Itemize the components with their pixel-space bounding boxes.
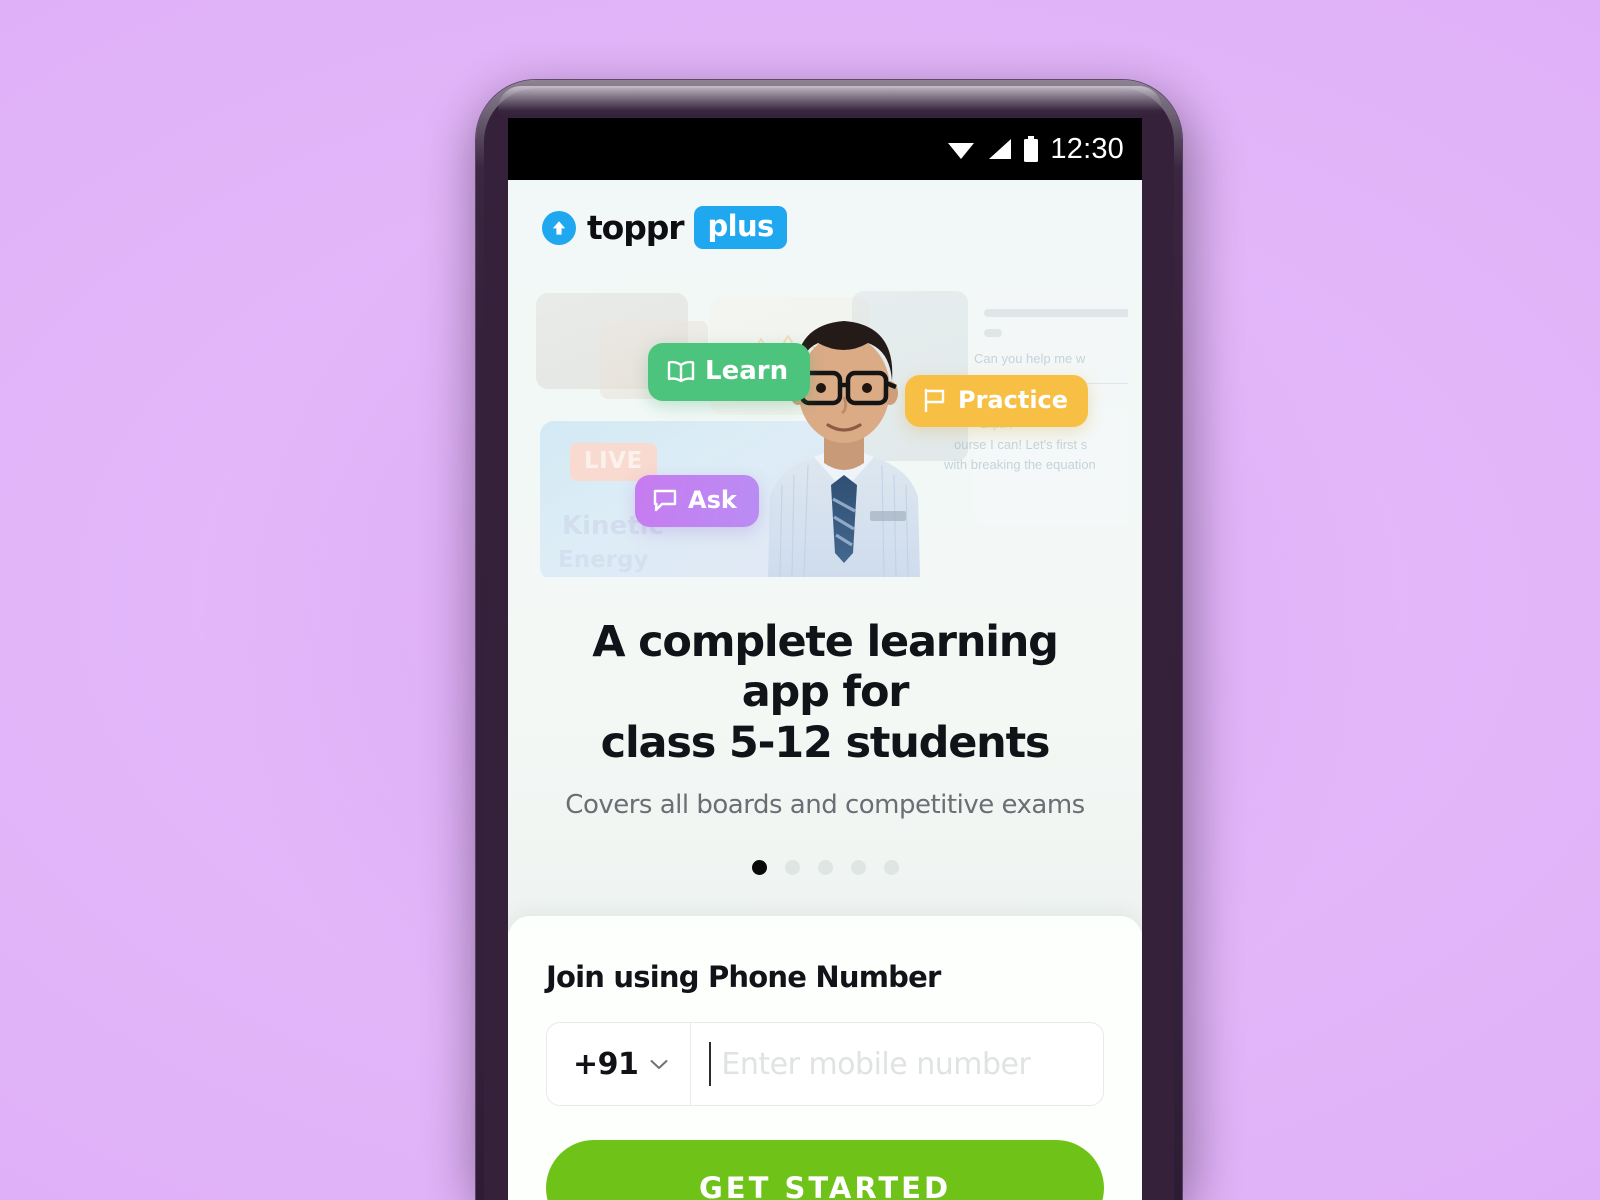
- carousel-dot-3[interactable]: [817, 859, 833, 875]
- mobile-number-input-wrap[interactable]: Enter mobile number: [691, 1023, 1103, 1105]
- signup-title: Join using Phone Number: [546, 960, 941, 994]
- battery-icon: [1024, 136, 1039, 162]
- speech-bubble-icon: [653, 489, 677, 512]
- hero-canvas: Can you help me w Expert ourse I can! Le…: [522, 285, 1128, 577]
- toppr-up-arrow-icon: [542, 210, 576, 245]
- collage-chat-question: Can you help me w: [974, 351, 1086, 366]
- hero-badge-practice-label: Practice: [958, 386, 1069, 414]
- brand-wordmark: toppr: [587, 208, 685, 247]
- country-code-value: +91: [573, 1046, 639, 1082]
- hero-badge-learn-label: Learn: [705, 356, 789, 386]
- signup-sheet: Join using Phone Number +91 Enter mobile…: [508, 916, 1142, 1200]
- text-caret: [709, 1042, 712, 1086]
- wifi-icon: [948, 143, 975, 159]
- carousel-pagination: [508, 859, 1142, 875]
- hero-collage: Can you help me w Expert ourse I can! Le…: [522, 285, 1128, 577]
- flag-icon: [924, 388, 945, 412]
- hero-section: toppr plus Can you help me w Expert ours…: [508, 180, 1142, 932]
- brand-plus-badge: plus: [694, 206, 787, 249]
- open-book-icon: [667, 360, 695, 383]
- country-code-selector[interactable]: +91: [547, 1023, 692, 1105]
- carousel-dot-5[interactable]: [883, 859, 899, 875]
- phone-number-field-group: +91 Enter mobile number: [546, 1022, 1104, 1106]
- brand-header: toppr plus: [508, 180, 1142, 249]
- collage-kinetic-subtext: Energy: [558, 547, 649, 573]
- hero-badge-learn[interactable]: Learn: [648, 343, 811, 401]
- carousel-dot-4[interactable]: [850, 859, 866, 875]
- hero-badge-practice[interactable]: Practice: [905, 375, 1089, 427]
- status-bar: 12:30: [508, 118, 1142, 180]
- carousel-dot-1[interactable]: [751, 859, 767, 875]
- collage-ghost-line-2: [984, 329, 1002, 337]
- carousel-dot-2[interactable]: [784, 859, 800, 875]
- student-photo: [768, 321, 920, 577]
- collage-chat-reply-line-1: ourse I can! Let's first s: [954, 437, 1088, 452]
- page-title: A complete learning app for class 5-12 s…: [544, 617, 1106, 768]
- mobile-number-input[interactable]: Enter mobile number: [721, 1047, 1030, 1082]
- status-bar-clock: 12:30: [1050, 132, 1124, 165]
- chevron-down-icon: [650, 1059, 668, 1069]
- hero-badge-ask[interactable]: Ask: [635, 475, 759, 527]
- page-title-line-2: class 5-12 students: [600, 717, 1051, 768]
- get-started-button[interactable]: GET STARTED: [546, 1140, 1104, 1200]
- page-title-line-1: A complete learning app for: [592, 617, 1059, 718]
- hero-badge-ask-label: Ask: [688, 486, 737, 514]
- cellular-signal-icon: [989, 139, 1012, 159]
- page-subtitle: Covers all boards and competitive exams: [565, 789, 1085, 820]
- phone-screen: 12:30 toppr plus Can you help me w ourse…: [508, 118, 1142, 1200]
- collage-ghost-line-1: [984, 309, 1128, 317]
